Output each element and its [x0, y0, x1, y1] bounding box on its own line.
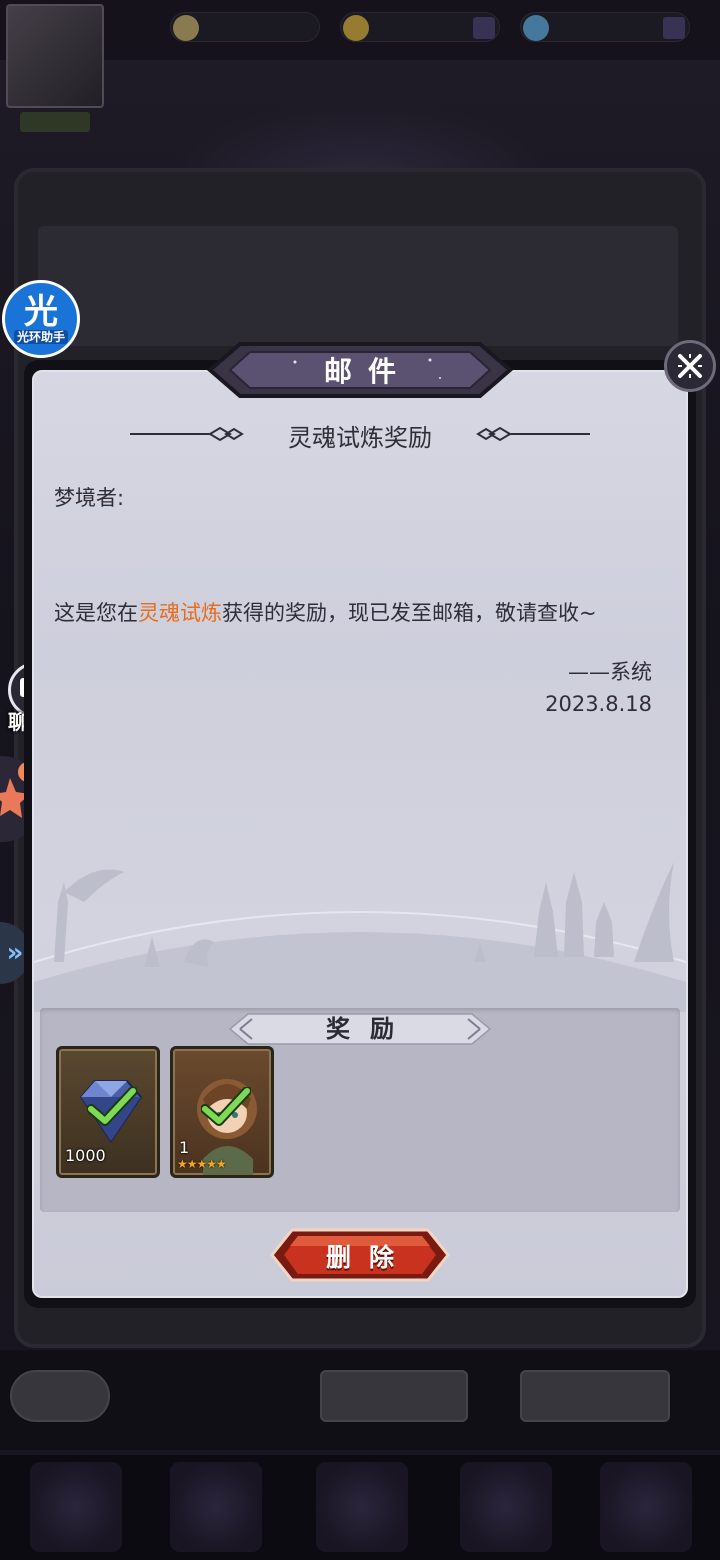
- close-x-icon: [678, 354, 702, 378]
- reward-count: 1: [179, 1138, 190, 1157]
- mail-signature: ——系统: [568, 660, 652, 684]
- mail-body-suffix: 获得的奖励，现已发至邮箱，敬请查收~: [222, 601, 597, 625]
- mail-greeting: 梦境者:: [54, 486, 125, 510]
- halo-assistant-button[interactable]: 光 光环助手: [2, 280, 80, 358]
- mail-header-title: 邮件: [323, 355, 412, 388]
- mail-date: 2023.8.18: [545, 692, 652, 716]
- claimed-check-icon: [87, 1087, 137, 1126]
- delete-button-label: 删除: [325, 1243, 412, 1272]
- rewards-title: 奖励: [326, 1015, 414, 1043]
- close-button[interactable]: [664, 340, 716, 392]
- reward-item-hero[interactable]: 1 ★★★★★: [170, 1046, 274, 1178]
- claimed-check-icon: [201, 1087, 251, 1126]
- mail-body-highlight: 灵魂试炼: [138, 601, 222, 625]
- halo-assistant-glyph: 光: [24, 292, 58, 332]
- mail-body-prefix: 这是您在: [54, 601, 138, 625]
- mail-title: 灵魂试炼奖励: [288, 424, 432, 452]
- star-rating: ★★★★★: [177, 1157, 227, 1171]
- reward-count: 1000: [65, 1146, 106, 1165]
- reward-item-diamond[interactable]: 1000: [56, 1046, 160, 1178]
- halo-assistant-label: 光环助手: [13, 330, 68, 344]
- mail-body: 这是您在灵魂试炼获得的奖励，现已发至邮箱，敬请查收~: [54, 597, 674, 627]
- castle-scenery-decoration: [34, 862, 686, 1012]
